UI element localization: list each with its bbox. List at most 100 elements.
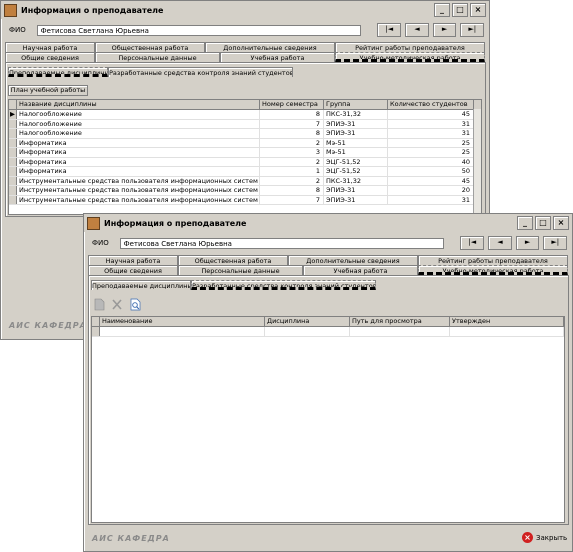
subtab-disciplines[interactable]: Преподаваемые дисциплины xyxy=(91,280,191,290)
table-row[interactable]: Информатика 1 ЭЦГ-51,52 50 xyxy=(9,167,481,177)
nav-next-button[interactable]: ► xyxy=(515,236,540,250)
study-plan-button[interactable]: План учебной работы xyxy=(8,85,88,96)
row-indicator xyxy=(9,138,17,147)
maximize-button[interactable]: □ xyxy=(452,3,468,17)
nav-prev-button[interactable]: ◄ xyxy=(405,23,429,37)
cell-count: 31 xyxy=(388,195,474,204)
cell-count: 20 xyxy=(388,186,474,195)
row-indicator xyxy=(9,129,17,138)
cell-group: ЭЦГ-51,52 xyxy=(324,167,388,176)
tab-research[interactable]: Научная работа xyxy=(88,255,178,265)
col-header-title[interactable]: Наименование xyxy=(100,317,265,326)
table-row[interactable]: Инструментальные средства пользователя и… xyxy=(9,176,481,186)
tab-general[interactable]: Общие сведения xyxy=(5,52,95,62)
subtab-control-tools[interactable]: Разработанные средства контроля знаний с… xyxy=(191,280,376,290)
tab-rating[interactable]: Рейтинг работы преподавателя xyxy=(335,42,485,52)
col-header-discipline[interactable]: Дисциплина xyxy=(265,317,350,326)
nav-first-button[interactable]: |◄ xyxy=(460,236,485,250)
fio-field[interactable]: Фетисова Светлана Юрьевна xyxy=(119,237,445,249)
tab-additional[interactable]: Дополнительные сведения xyxy=(288,255,418,265)
nav-last-button[interactable]: ►| xyxy=(543,236,568,250)
table-row[interactable]: ▶ Налогообложение 8 ПКС-31,32 45 xyxy=(9,110,481,120)
col-header-semester[interactable]: Номер семестра xyxy=(260,100,324,109)
table-row[interactable]: Инструментальные средства пользователя и… xyxy=(9,195,481,205)
close-window-button[interactable]: × Закрыть xyxy=(522,532,567,543)
table-row[interactable]: Информатика 2 ЭЦГ-51,52 40 xyxy=(9,157,481,167)
new-document-icon[interactable] xyxy=(93,298,105,311)
table-row[interactable]: Налогообложение 8 ЭПИЭ-31 31 xyxy=(9,129,481,139)
maximize-button[interactable]: □ xyxy=(535,216,551,230)
nav-last-button[interactable]: ►| xyxy=(460,23,485,37)
cell-name: Информатика xyxy=(17,148,260,157)
col-header-view-path[interactable]: Путь для просмотра xyxy=(350,317,450,326)
nav-next-button[interactable]: ► xyxy=(432,23,457,37)
minimize-button[interactable]: _ xyxy=(517,216,533,230)
tab-methodical[interactable]: Учебно-методическая работа xyxy=(418,265,568,275)
cell-semester: 2 xyxy=(260,138,324,147)
cell-count: 31 xyxy=(388,129,474,138)
tab-additional[interactable]: Дополнительные сведения xyxy=(205,42,335,52)
tab-personal[interactable]: Персональные данные xyxy=(178,265,303,275)
cell-semester: 2 xyxy=(260,157,324,166)
fio-label: ФИО xyxy=(92,239,109,247)
table-row[interactable] xyxy=(92,327,564,337)
tab-social[interactable]: Общественная работа xyxy=(178,255,288,265)
cell-name: Информатика xyxy=(17,157,260,166)
titlebar: Информация о преподавателе _ □ × xyxy=(1,1,489,19)
cell-name: Налогообложение xyxy=(17,110,260,119)
cell-group: Мэ-51 xyxy=(324,138,388,147)
subtab-disciplines[interactable]: Преподаваемые дисциплины xyxy=(8,67,108,77)
nav-first-button[interactable]: |◄ xyxy=(377,23,402,37)
col-header-count[interactable]: Количество студентов xyxy=(388,100,474,109)
close-button[interactable]: × xyxy=(470,3,486,17)
cell-semester: 8 xyxy=(260,129,324,138)
fio-field[interactable]: Фетисова Светлана Юрьевна xyxy=(36,24,362,36)
row-indicator xyxy=(9,119,17,128)
cell-semester: 3 xyxy=(260,148,324,157)
cell-name: Инструментальные средства пользователя и… xyxy=(17,195,260,204)
row-indicator xyxy=(9,186,17,195)
cell-group: ЭПИЭ-31 xyxy=(324,129,388,138)
disciplines-grid: Название дисциплины Номер семестра Групп… xyxy=(8,99,482,215)
tab-teaching[interactable]: Учебная работа xyxy=(220,52,335,62)
col-header-approved[interactable]: Утвержден xyxy=(450,317,564,326)
tab-personal[interactable]: Персональные данные xyxy=(95,52,220,62)
cell-semester: 8 xyxy=(260,186,324,195)
row-indicator xyxy=(9,157,17,166)
delete-icon[interactable] xyxy=(111,298,123,311)
tab-rating[interactable]: Рейтинг работы преподавателя xyxy=(418,255,568,265)
tab-methodical[interactable]: Учебно-методическая работа xyxy=(335,52,485,62)
tab-teaching[interactable]: Учебная работа xyxy=(303,265,418,275)
grid-scrollbar[interactable] xyxy=(473,109,481,214)
cell-group: ЭПИЭ-31 xyxy=(324,195,388,204)
view-document-icon[interactable] xyxy=(129,298,141,311)
col-header-name[interactable]: Название дисциплины xyxy=(17,100,260,109)
cell-name: Инструментальные средства пользователя и… xyxy=(17,186,260,195)
cell-name: Налогообложение xyxy=(17,129,260,138)
window-title: Информация о преподавателе xyxy=(104,218,247,228)
table-row[interactable]: Налогообложение 7 ЭПИЭ-31 31 xyxy=(9,119,481,129)
close-button[interactable]: × xyxy=(553,216,569,230)
cell-name: Налогообложение xyxy=(17,119,260,128)
app-status-label: АИС КАФЕДРА xyxy=(92,534,170,543)
minimize-button[interactable]: _ xyxy=(434,3,450,17)
table-row[interactable]: Информатика 3 Мэ-51 25 xyxy=(9,148,481,158)
cell-group: ПКС-31,32 xyxy=(324,110,388,119)
teacher-info-window-front: Информация о преподавателе _ □ × ФИО Фет… xyxy=(83,213,573,552)
tab-research[interactable]: Научная работа xyxy=(5,42,95,52)
cell-semester: 8 xyxy=(260,110,324,119)
cell-semester: 7 xyxy=(260,195,324,204)
subtab-control-tools[interactable]: Разработанные средства контроля знаний с… xyxy=(108,67,293,77)
cell-name: Инструментальные средства пользователя и… xyxy=(17,176,260,185)
col-header-group[interactable]: Группа xyxy=(324,100,388,109)
cell-count: 31 xyxy=(388,119,474,128)
close-label: Закрыть xyxy=(536,533,568,542)
cell-semester: 1 xyxy=(260,167,324,176)
nav-prev-button[interactable]: ◄ xyxy=(488,236,512,250)
table-row[interactable]: Инструментальные средства пользователя и… xyxy=(9,186,481,196)
table-row[interactable]: Информатика 2 Мэ-51 25 xyxy=(9,138,481,148)
tab-social[interactable]: Общественная работа xyxy=(95,42,205,52)
tab-general[interactable]: Общие сведения xyxy=(88,265,178,275)
titlebar: Информация о преподавателе _ □ × xyxy=(84,214,572,232)
row-indicator xyxy=(9,195,17,204)
